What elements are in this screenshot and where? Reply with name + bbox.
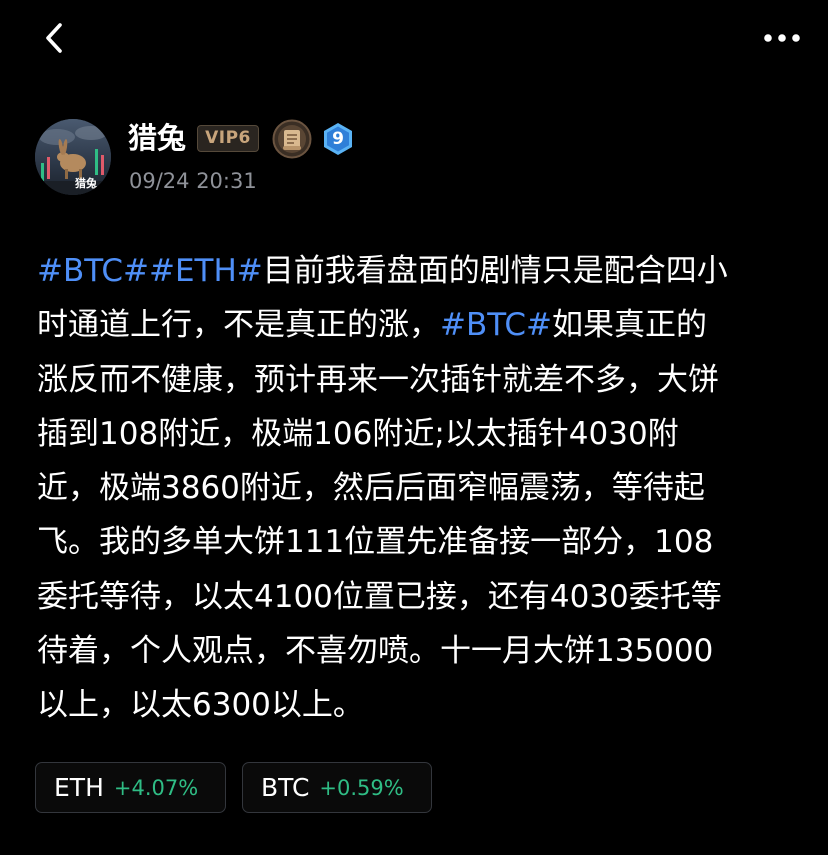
coin-tag-eth[interactable]: ETH +4.07% xyxy=(35,762,226,813)
level-hex-badge: 9 xyxy=(321,122,355,156)
post-text: 委托等待，以太4100位置已接，还有4030委托等 xyxy=(37,578,722,615)
coin-symbol: BTC xyxy=(261,773,310,802)
post-line: 待着，个人观点，不喜勿喷。十一月大饼135000 xyxy=(37,624,807,678)
post-text: 涨反而不健康，预计再来一次插针就差不多，大饼 xyxy=(37,361,719,398)
post-line: 插到108附近，极端106附近;以太插针4030附 xyxy=(37,407,807,461)
hashtag-link[interactable]: #ETH# xyxy=(149,253,263,289)
coin-symbol: ETH xyxy=(54,773,104,802)
post-line: #BTC##ETH#目前我看盘面的剧情只是配合四小 xyxy=(37,244,807,298)
post-line: 委托等待，以太4100位置已接，还有4030委托等 xyxy=(37,570,807,624)
post-text: 插到108附近，极端106附近;以太插针4030附 xyxy=(37,415,679,452)
hashtag-link[interactable]: #BTC# xyxy=(440,307,552,343)
post-text: 时通道上行，不是真正的涨， xyxy=(37,307,440,344)
post-line: 涨反而不健康，预计再来一次插针就差不多，大饼 xyxy=(37,353,807,407)
post-text: 飞。我的多单大饼111位置先准备接一部分，108 xyxy=(37,524,714,561)
back-button[interactable] xyxy=(34,18,74,58)
level-number: 9 xyxy=(332,129,344,149)
post-text: 以上，以太6300以上。 xyxy=(37,687,364,724)
post-text: 目前我看盘面的剧情只是配合四小 xyxy=(262,253,728,289)
chevron-left-icon xyxy=(46,23,62,53)
post-line: 近，极端3860附近，然后后面窄幅震荡，等待起 xyxy=(37,461,807,515)
post-line: 以上，以太6300以上。 xyxy=(37,678,807,732)
rabbit-avatar-image xyxy=(35,119,111,195)
coin-tag-btc[interactable]: BTC +0.59% xyxy=(242,762,432,813)
post-text: 如果真正的 xyxy=(551,307,707,344)
avatar-label: 猎兔 xyxy=(75,177,97,190)
post-timestamp: 09/24 20:31 xyxy=(129,169,257,193)
author-name[interactable]: 猎兔 xyxy=(128,118,186,158)
post-text: 待着，个人观点，不喜勿喷。十一月大饼135000 xyxy=(37,633,714,670)
hashtag-link[interactable]: #BTC# xyxy=(37,253,149,289)
scroll-badge-icon xyxy=(272,119,312,159)
post-content: #BTC##ETH#目前我看盘面的剧情只是配合四小 时通道上行，不是真正的涨，#B… xyxy=(37,244,807,733)
avatar[interactable]: 猎兔 xyxy=(35,119,111,195)
post-text: 近，极端3860附近，然后后面窄幅震荡，等待起 xyxy=(37,470,705,507)
coin-change: +4.07% xyxy=(113,775,199,800)
coin-change: +0.59% xyxy=(319,775,404,800)
vip-badge: VIP6 xyxy=(197,125,259,152)
post-line: 时通道上行，不是真正的涨，#BTC#如果真正的 xyxy=(37,298,807,352)
post-line: 飞。我的多单大饼111位置先准备接一部分，108 xyxy=(37,515,807,569)
more-options-button[interactable] xyxy=(758,20,806,56)
more-horizontal-icon xyxy=(764,34,800,42)
